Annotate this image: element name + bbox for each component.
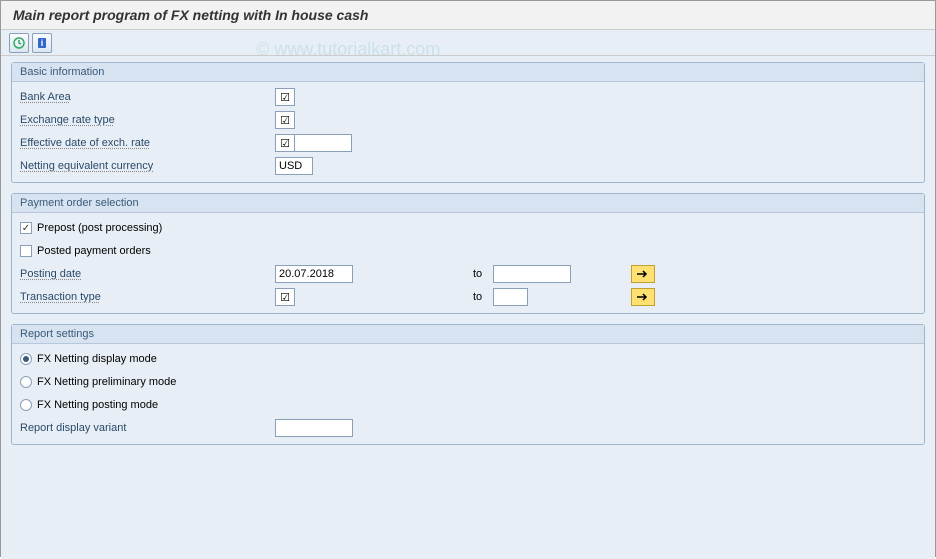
row-preliminary-mode: FX Netting preliminary mode [20,371,916,393]
row-display-mode: FX Netting display mode [20,348,916,370]
label-posting-date: Posting date [20,268,275,280]
posting-date-from-input[interactable] [275,265,353,283]
row-bank-area: Bank Area ☑ [20,86,916,108]
label-preliminary-mode: FX Netting preliminary mode [37,376,176,388]
arrow-right-icon [636,292,650,302]
label-posting-mode: FX Netting posting mode [37,399,158,411]
variant-input[interactable] [275,419,353,437]
group-title: Basic information [12,63,924,82]
info-icon: i [35,36,49,50]
arrow-right-icon [636,269,650,279]
display-mode-radio[interactable] [20,353,32,365]
radio-dot-icon [23,356,29,362]
content-area: Basic information Bank Area ☑ Exchange r… [1,56,935,559]
label-bank-area: Bank Area [20,91,275,103]
group-title: Report settings [12,325,924,344]
label-trans-type: Transaction type [20,291,275,303]
info-button[interactable]: i [32,33,52,53]
group-title: Payment order selection [12,194,924,213]
eff-date-check[interactable]: ☑ [275,134,295,152]
exch-rate-type-check[interactable]: ☑ [275,111,295,129]
execute-button[interactable] [9,33,29,53]
check-icon: ☑ [280,137,290,150]
eff-date-input[interactable] [294,134,352,152]
trans-type-multi-button[interactable] [631,288,655,306]
netting-curr-input[interactable] [275,157,313,175]
trans-type-from-check[interactable]: ☑ [275,288,295,306]
check-icon: ☑ [280,91,290,104]
prepost-checkbox[interactable]: ✓ [20,222,32,234]
label-variant: Report display variant [20,422,275,434]
posting-date-multi-button[interactable] [631,265,655,283]
trans-type-to-input[interactable] [493,288,528,306]
toolbar: i [1,30,935,56]
label-eff-date: Effective date of exch. rate [20,137,275,149]
label-exch-rate-type: Exchange rate type [20,114,275,126]
label-prepost: Prepost (post processing) [37,222,162,234]
row-netting-curr: Netting equivalent currency [20,155,916,177]
label-netting-curr: Netting equivalent currency [20,160,275,172]
bank-area-check[interactable]: ☑ [275,88,295,106]
label-display-mode: FX Netting display mode [37,353,157,365]
group-basic-information: Basic information Bank Area ☑ Exchange r… [11,62,925,183]
row-posting-mode: FX Netting posting mode [20,394,916,416]
row-variant: Report display variant [20,417,916,439]
label-to: to [453,291,493,303]
posted-checkbox[interactable] [20,245,32,257]
label-posted: Posted payment orders [37,245,151,257]
group-report-settings: Report settings FX Netting display mode … [11,324,925,445]
posting-date-to-input[interactable] [493,265,571,283]
row-posted: Posted payment orders [20,240,916,262]
page-title: Main report program of FX netting with I… [1,1,935,30]
group-payment-order-selection: Payment order selection ✓ Prepost (post … [11,193,925,314]
clock-run-icon [12,36,26,50]
svg-text:i: i [41,38,44,48]
posting-mode-radio[interactable] [20,399,32,411]
check-icon: ☑ [280,291,290,304]
row-trans-type: Transaction type ☑ to [20,286,916,308]
row-prepost: ✓ Prepost (post processing) [20,217,916,239]
label-to: to [453,268,493,280]
row-exch-rate-type: Exchange rate type ☑ [20,109,916,131]
check-icon: ☑ [280,114,290,127]
row-posting-date: Posting date to [20,263,916,285]
preliminary-mode-radio[interactable] [20,376,32,388]
check-icon: ✓ [22,223,30,234]
row-eff-date: Effective date of exch. rate ☑ [20,132,916,154]
